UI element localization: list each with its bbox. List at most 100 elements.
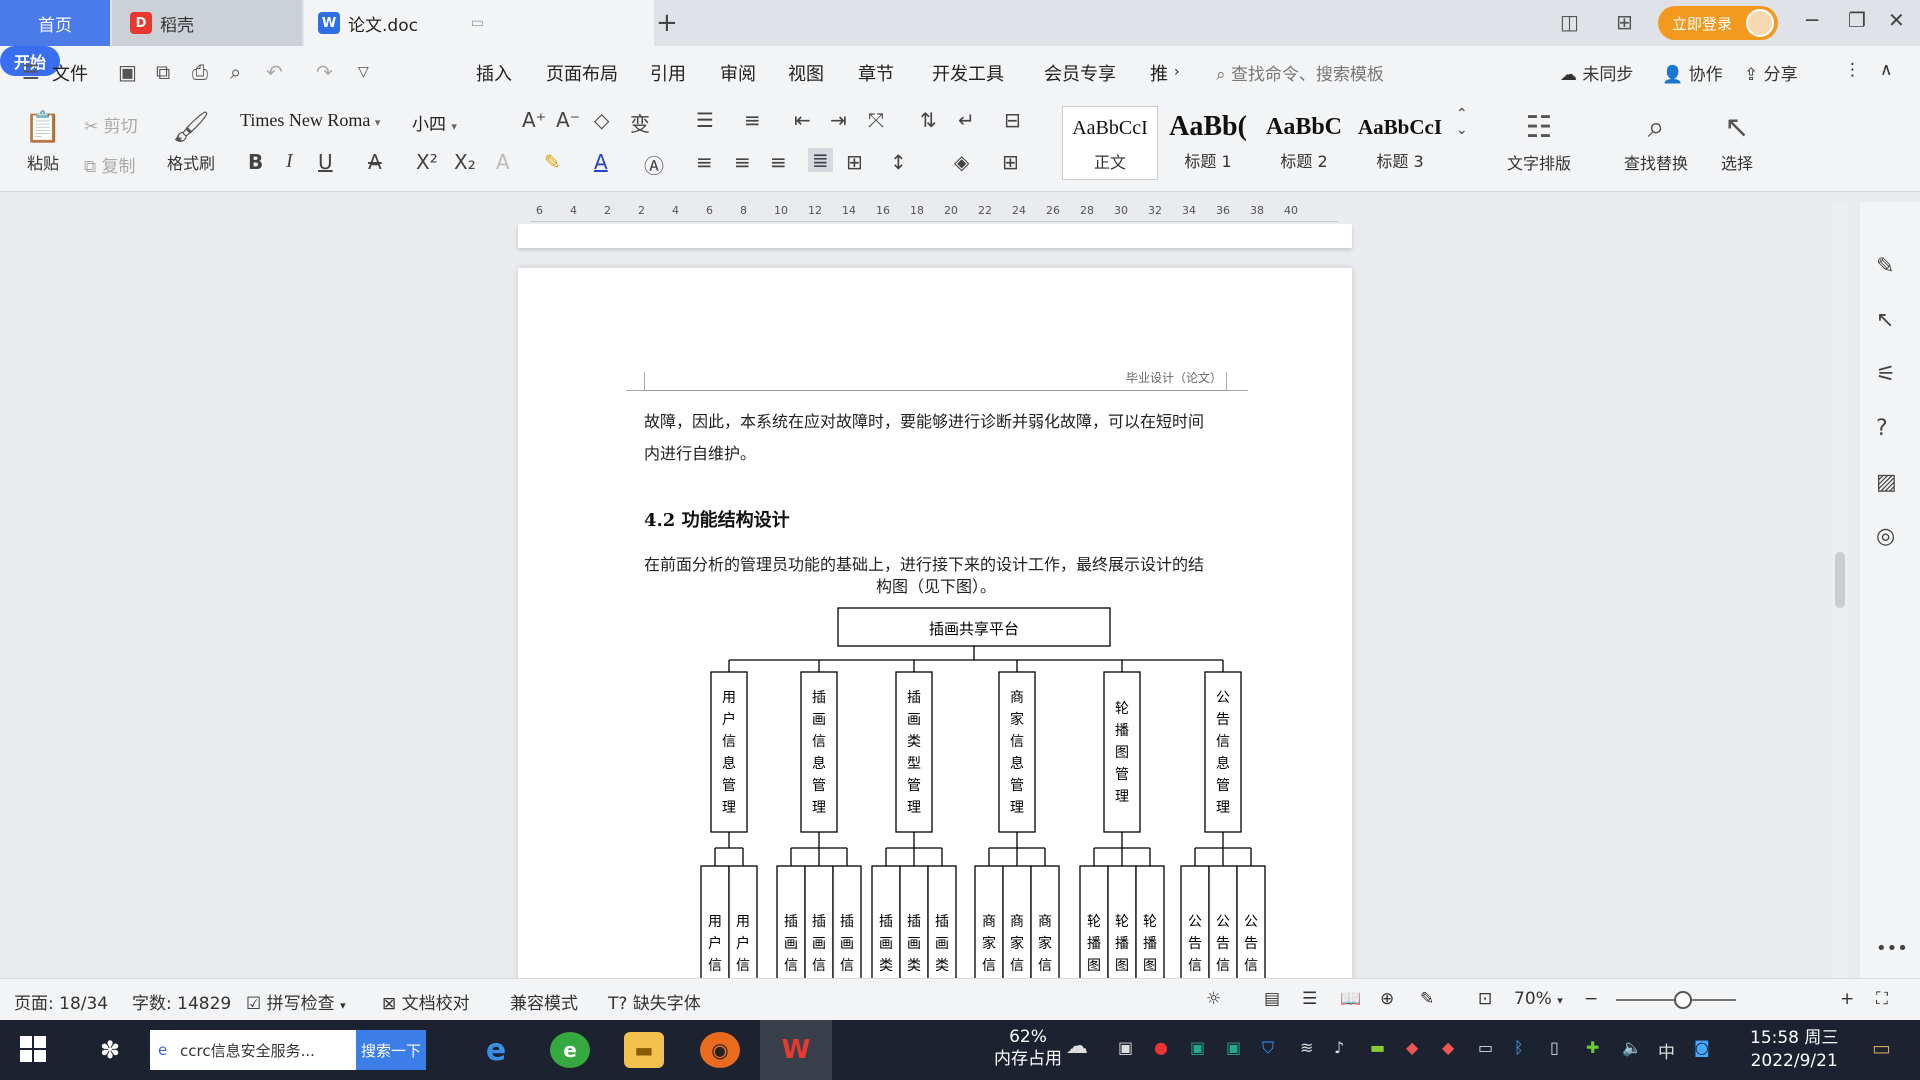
shrink-font-icon[interactable]: A⁻ bbox=[556, 108, 580, 132]
section-heading[interactable]: 4.2 功能结构设计 bbox=[644, 506, 790, 532]
menu-member[interactable]: 会员专享 bbox=[1044, 60, 1116, 86]
distribute-icon[interactable]: ⊞ bbox=[846, 150, 863, 174]
tray-app-icon[interactable]: ◆ bbox=[1406, 1038, 1418, 1057]
font-name-select[interactable]: Times New Roma ▾ bbox=[240, 110, 408, 136]
menu-review[interactable]: 审阅 bbox=[720, 60, 756, 86]
superscript-button[interactable]: X² bbox=[416, 150, 438, 174]
wps-app-icon[interactable]: W bbox=[760, 1020, 832, 1080]
compass-icon[interactable]: ◎ bbox=[1876, 524, 1895, 549]
pointer-icon[interactable]: ↖ bbox=[1876, 308, 1894, 333]
doc-proofread[interactable]: ⊠ 文档校对 bbox=[382, 989, 470, 1014]
char-border-icon[interactable]: Ⓐ bbox=[644, 150, 664, 179]
bullet-list-icon[interactable]: ☰ bbox=[696, 108, 714, 132]
page-indicator[interactable]: 页面: 18/34 bbox=[14, 989, 108, 1014]
tray-app-icon[interactable]: ◆ bbox=[1442, 1038, 1454, 1057]
decrease-indent-icon[interactable]: ⇤ bbox=[794, 108, 811, 132]
font-size-select[interactable]: 小四 ▾ bbox=[412, 110, 502, 136]
paste-button[interactable]: 📋 粘贴 bbox=[8, 106, 78, 174]
tab-home[interactable]: 首页 bbox=[0, 0, 110, 46]
style-heading-2[interactable]: AaBbC 标题 2 bbox=[1256, 106, 1352, 180]
tray-app-icon[interactable]: ▬ bbox=[1370, 1038, 1385, 1057]
tray-app-icon[interactable]: ● bbox=[1154, 1038, 1168, 1057]
tray-app-icon[interactable]: ▣ bbox=[1190, 1038, 1205, 1057]
menu-file[interactable]: 文件 bbox=[52, 60, 88, 86]
app-grid-icon[interactable]: ⊞ bbox=[1616, 10, 1633, 34]
show-desktop-icon[interactable]: ▭ bbox=[1872, 1036, 1891, 1060]
paragraph[interactable]: 故障，因此，本系统在应对故障时，要能够进行诊断并弱化故障，可以在短时间 内进行自… bbox=[644, 406, 1228, 470]
spell-check[interactable]: ☑ 拼写检查 ▾ bbox=[246, 989, 346, 1014]
clear-format-icon[interactable]: ◇ bbox=[594, 108, 609, 132]
show-marks-icon[interactable]: ↵ bbox=[958, 108, 975, 132]
print-icon[interactable]: ⎙ bbox=[192, 60, 208, 84]
taskbar-search-button[interactable]: 搜索一下 bbox=[356, 1030, 426, 1070]
zoom-slider-handle[interactable] bbox=[1674, 991, 1692, 1009]
login-button[interactable]: 立即登录 bbox=[1658, 6, 1778, 40]
chevron-down-icon[interactable]: ▽ bbox=[358, 64, 369, 80]
phonetic-icon[interactable]: 变 bbox=[630, 108, 650, 137]
export-icon[interactable]: ⧉ bbox=[156, 60, 170, 84]
numbered-list-icon[interactable]: ≡ bbox=[744, 108, 761, 132]
zoom-out-button[interactable]: − bbox=[1584, 989, 1598, 1009]
fullscreen-icon[interactable]: ⛶ bbox=[1876, 989, 1888, 1009]
text-effect-icon[interactable]: A bbox=[496, 150, 510, 174]
italic-button[interactable]: I bbox=[286, 150, 293, 173]
file-explorer-icon[interactable]: ▬ bbox=[624, 1032, 664, 1068]
underline-button[interactable]: U bbox=[318, 150, 333, 174]
menu-recommend[interactable]: 推 bbox=[1150, 60, 1168, 86]
tab-stop-icon[interactable]: ⊟ bbox=[1004, 108, 1021, 132]
align-right-icon[interactable]: ≡ bbox=[770, 150, 787, 174]
justify-icon[interactable]: ≣ bbox=[808, 148, 833, 172]
document-page[interactable]: 毕业设计（论文） 故障，因此，本系统在应对故障时，要能够进行诊断并弱化故障，可以… bbox=[518, 268, 1352, 978]
page-view-icon[interactable]: ▤ bbox=[1264, 989, 1280, 1009]
chevron-right-icon[interactable]: › bbox=[1174, 64, 1180, 80]
horizontal-ruler[interactable]: 6 4 2 2 4 6 8 10 12 14 16 18 20 22 24 26 28 30 32 34 36 38 40 bbox=[530, 202, 1338, 222]
scrollbar-thumb[interactable] bbox=[1835, 552, 1845, 608]
menu-developer[interactable]: 开发工具 bbox=[932, 60, 1004, 86]
green-browser-icon[interactable]: e bbox=[550, 1032, 590, 1068]
collab-button[interactable]: 👤 协作 bbox=[1662, 60, 1723, 85]
style-normal[interactable]: AaBbCcI 正文 bbox=[1062, 106, 1158, 180]
more-icon[interactable]: ••• bbox=[1876, 938, 1908, 959]
volume-icon[interactable]: 🔈 bbox=[1622, 1038, 1642, 1057]
chinese-layout-icon[interactable]: ⤧ bbox=[868, 108, 884, 132]
menu-chapter[interactable]: 章节 bbox=[858, 60, 894, 86]
undo-icon[interactable]: ↶ bbox=[266, 60, 283, 84]
fit-page-icon[interactable]: ⊡ bbox=[1478, 989, 1492, 1009]
command-search[interactable]: ⌕ 查找命令、搜索模板 bbox=[1216, 60, 1384, 85]
grow-font-icon[interactable]: A⁺ bbox=[522, 108, 546, 132]
subscript-button[interactable]: X₂ bbox=[454, 150, 476, 174]
tray-app-icon[interactable]: ▣ bbox=[1226, 1038, 1241, 1057]
format-painter-button[interactable]: 🖌 格式刷 bbox=[156, 106, 226, 174]
battery-icon[interactable]: ▯ bbox=[1550, 1038, 1559, 1057]
compat-mode[interactable]: 兼容模式 bbox=[510, 989, 578, 1014]
weather-cloud-icon[interactable]: ☁ bbox=[1066, 1034, 1088, 1059]
tab-document[interactable]: W 论文.doc ▭ bbox=[304, 0, 654, 46]
menu-view[interactable]: 视图 bbox=[788, 60, 824, 86]
line-spacing-icon[interactable]: ↕ bbox=[890, 150, 907, 174]
menu-references[interactable]: 引用 bbox=[650, 60, 686, 86]
tab-daoke[interactable]: D 稻壳 bbox=[112, 0, 302, 46]
collapse-ribbon-icon[interactable]: ∧ bbox=[1880, 60, 1892, 80]
new-tab-button[interactable]: + bbox=[656, 8, 678, 38]
taskbar-clock[interactable]: 15:58 周三 2022/9/21 bbox=[1750, 1027, 1838, 1073]
save-icon[interactable]: ▣ bbox=[118, 60, 137, 84]
menu-insert[interactable]: 插入 bbox=[476, 60, 512, 86]
shield-icon[interactable]: ⛉ bbox=[1262, 1038, 1274, 1058]
more-menu-icon[interactable]: ⋮ bbox=[1844, 60, 1861, 80]
reading-view-icon[interactable]: 📖 bbox=[1340, 989, 1361, 1009]
zoom-select[interactable]: 70% ▾ bbox=[1514, 989, 1563, 1009]
tray-app-icon[interactable]: ◙ bbox=[1694, 1038, 1710, 1057]
print-preview-icon[interactable]: ⌕ bbox=[230, 60, 241, 84]
taskbar-search-input[interactable]: e ccrc信息安全服务... bbox=[150, 1030, 356, 1070]
ie-browser-icon[interactable]: e bbox=[476, 1032, 516, 1068]
style-heading-1[interactable]: AaBb( 标题 1 bbox=[1160, 106, 1256, 180]
help-icon[interactable]: ? bbox=[1876, 416, 1888, 441]
align-center-icon[interactable]: ≡ bbox=[734, 150, 751, 174]
sort-icon[interactable]: ⇅ bbox=[920, 108, 937, 132]
restore-button[interactable]: ❐ bbox=[1848, 8, 1866, 32]
pen-icon[interactable]: ✎ bbox=[1876, 254, 1894, 279]
missing-font[interactable]: T? 缺失字体 bbox=[608, 989, 701, 1014]
tray-app-icon[interactable]: ▣ bbox=[1118, 1038, 1133, 1057]
shading-icon[interactable]: ◈ bbox=[954, 150, 969, 174]
monitor-icon[interactable]: ▭ bbox=[471, 15, 484, 31]
